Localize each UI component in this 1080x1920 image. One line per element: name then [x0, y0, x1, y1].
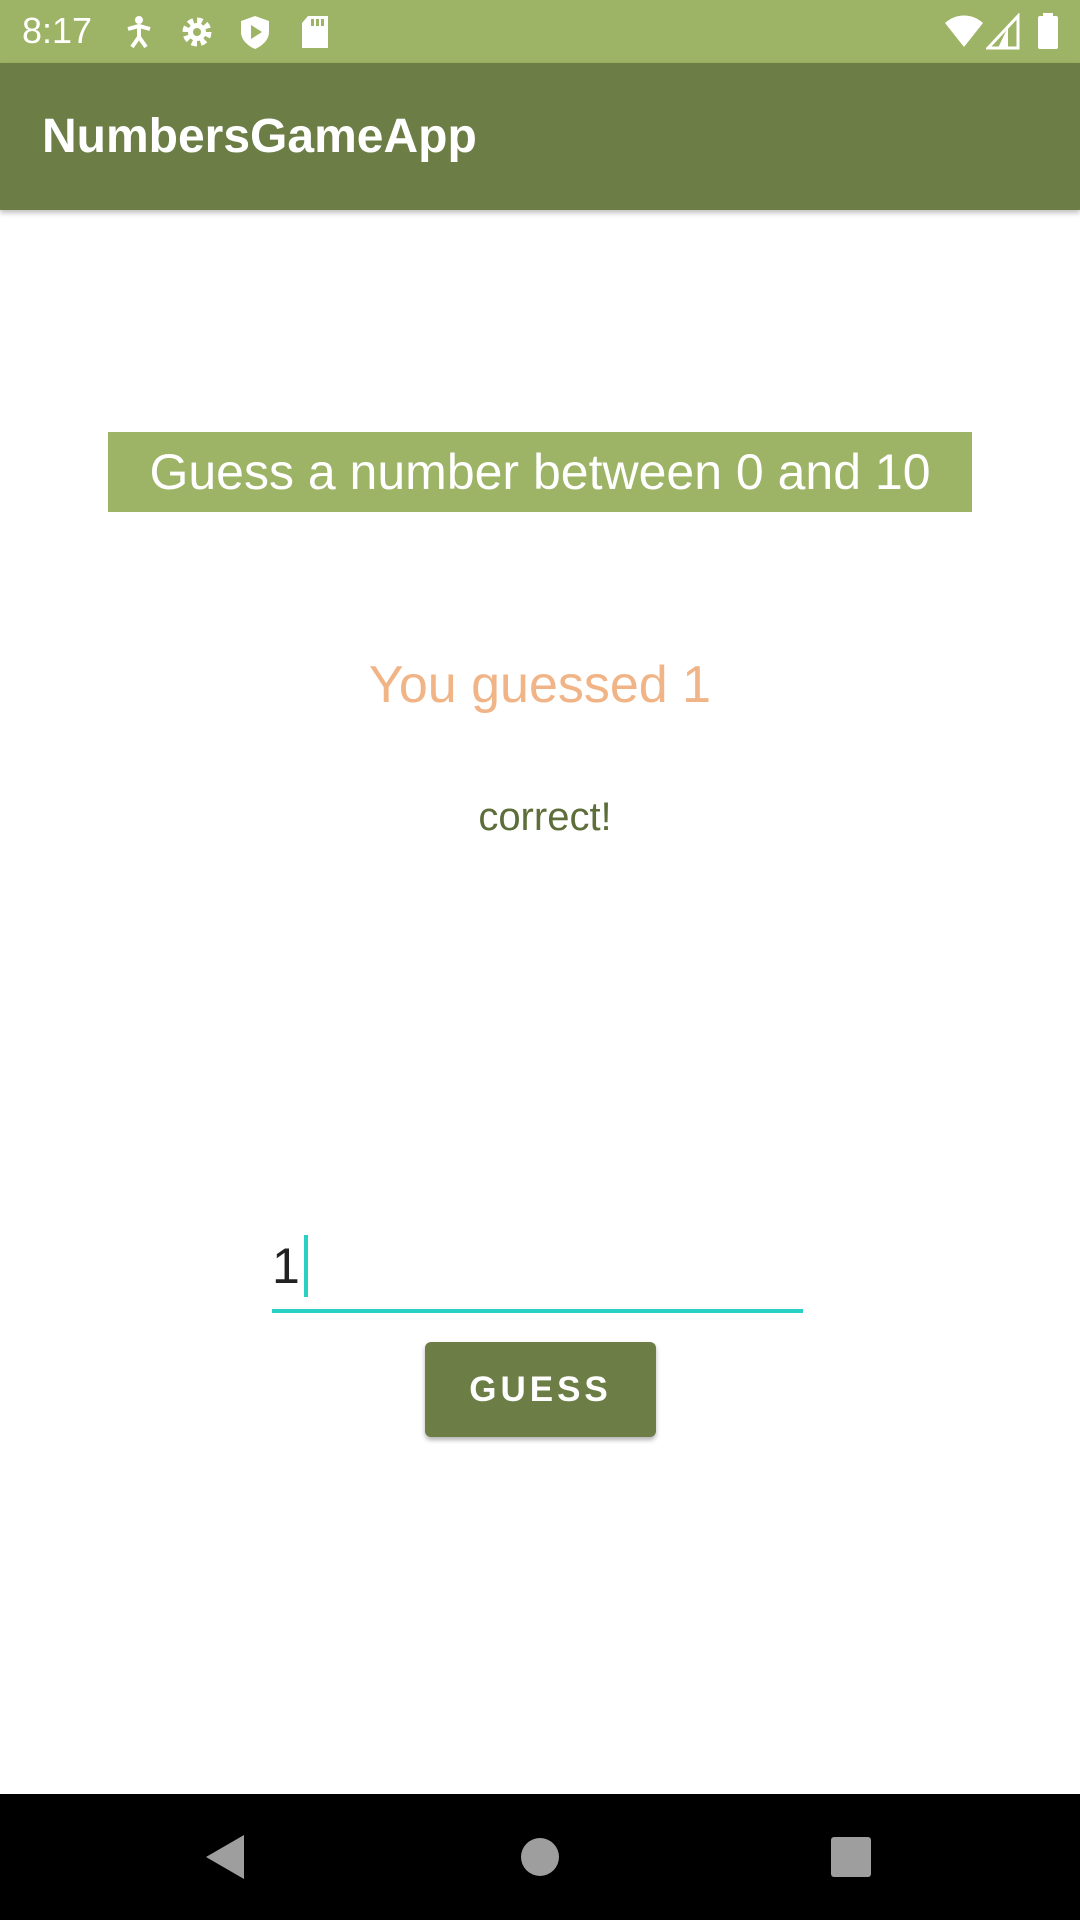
wifi-icon [944, 13, 983, 51]
text-caret [303, 1235, 308, 1297]
guess-input-text: 1 [272, 1238, 300, 1294]
sd-card-icon [296, 13, 334, 51]
status-time: 8:17 [22, 10, 93, 51]
guess-echo-text: You guessed 1 [368, 656, 712, 714]
status-bar: 8:17 [0, 0, 1080, 63]
recents-icon[interactable] [813, 1819, 889, 1895]
accessibility-icon [120, 13, 158, 51]
app-title: NumbersGameApp [42, 110, 477, 163]
result-text: correct! [478, 795, 612, 839]
gear-icon [178, 13, 216, 51]
guess-input[interactable]: 1 [272, 1225, 803, 1313]
guess-input-value[interactable]: 1 [272, 1235, 308, 1297]
battery-icon [1036, 13, 1060, 51]
home-icon[interactable] [502, 1819, 578, 1895]
back-icon[interactable] [188, 1819, 264, 1895]
app-bar: NumbersGameApp [0, 63, 1080, 210]
cell-signal-icon [984, 12, 1024, 51]
navigation-bar [0, 1794, 1080, 1920]
guess-button[interactable]: GUESS [425, 1342, 656, 1437]
shield-play-icon [236, 13, 274, 51]
prompt-banner: Guess a number between 0 and 10 [108, 432, 972, 512]
